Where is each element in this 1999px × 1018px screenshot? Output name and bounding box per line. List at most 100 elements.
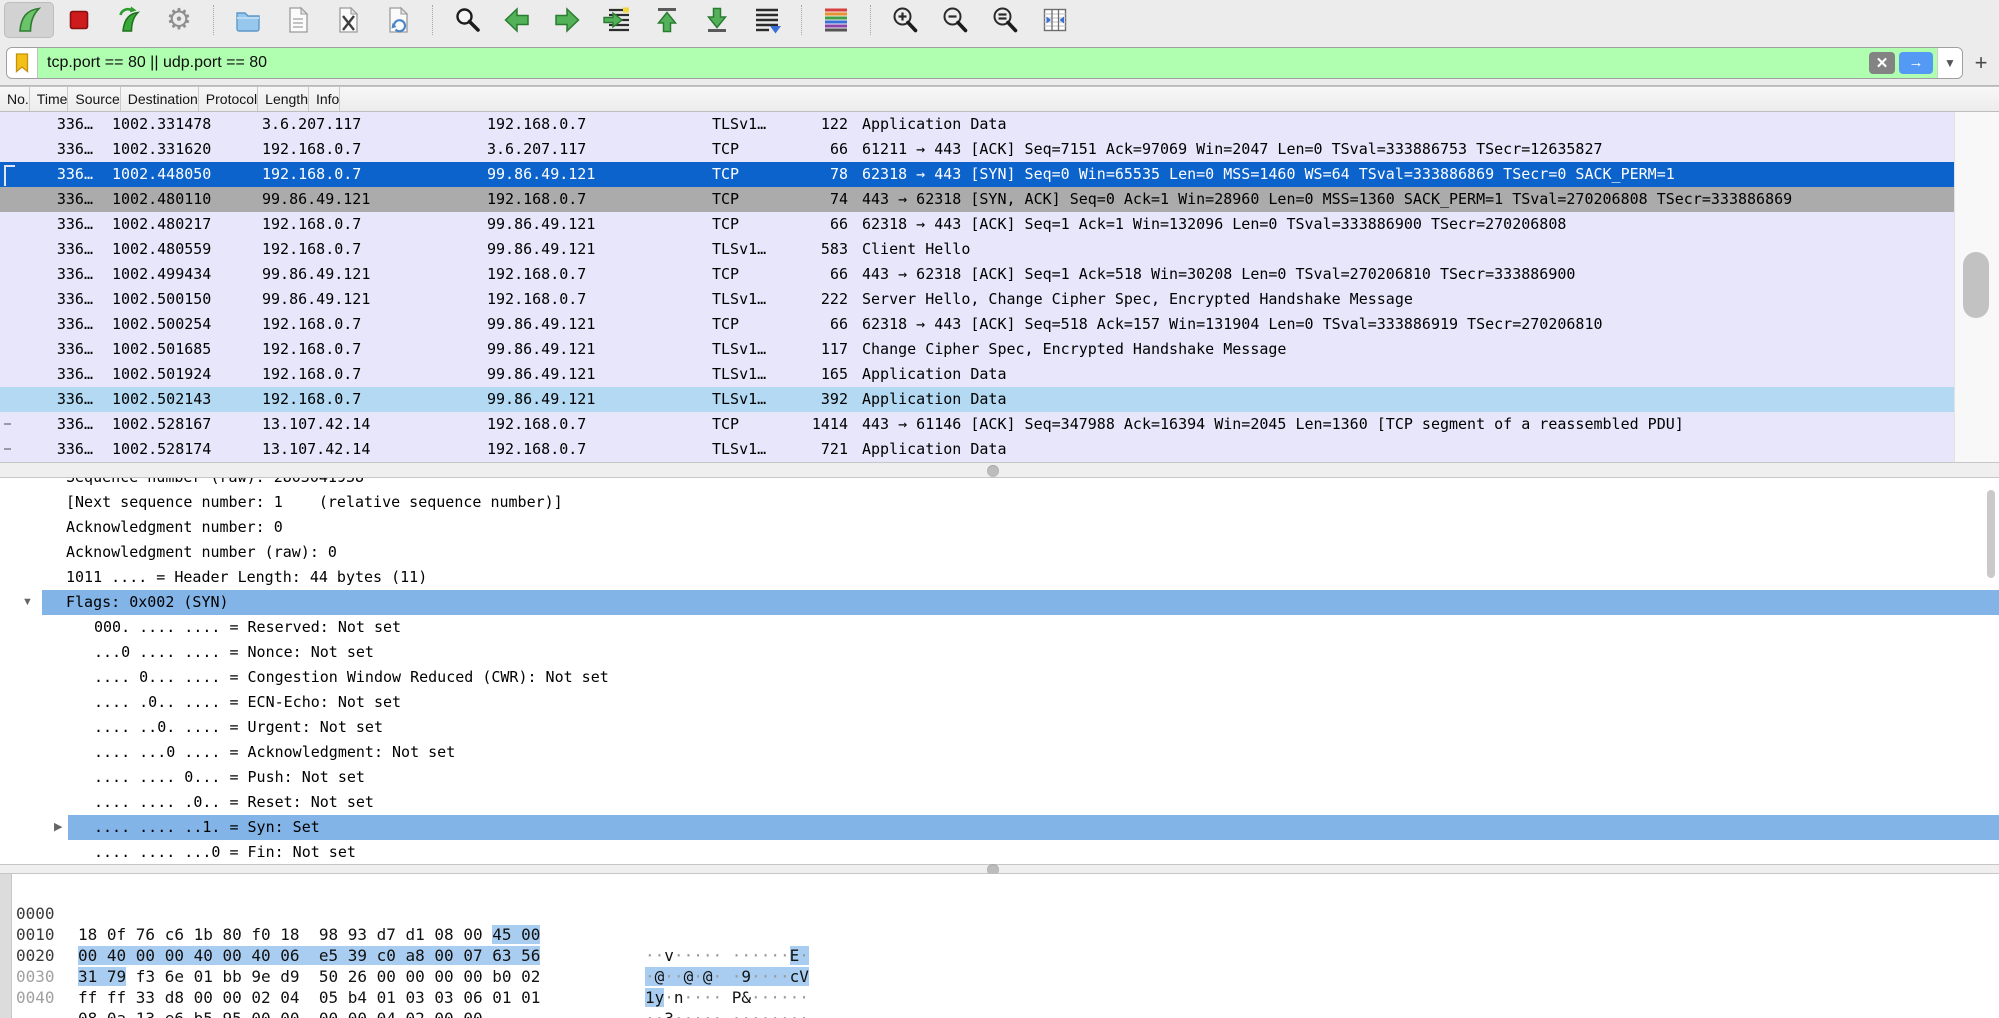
go-forward-button[interactable] — [542, 2, 592, 38]
detail-line[interactable]: Sequence number (raw): 2803041938 — [0, 478, 1999, 490]
packet-row[interactable]: 336… 1002.500150 99.86.49.121 192.168.0.… — [0, 287, 1999, 312]
restart-capture-button[interactable] — [104, 2, 154, 38]
hex-bytes[interactable]: 08 0a 13 e6 b5 95 00 00 00 00 04 02 00 0… — [78, 1008, 483, 1018]
filter-clear-button[interactable]: ✕ — [1869, 52, 1895, 74]
column-header[interactable]: Info — [309, 87, 340, 111]
column-header[interactable]: Destination — [121, 87, 199, 111]
cell-info: 443 → 62318 [ACK] Seq=1 Ack=518 Win=3020… — [855, 262, 1999, 287]
cell-protocol: TLSv1… — [705, 387, 793, 412]
display-filter-field[interactable]: tcp.port == 80 || udp.port == 80 ✕ → ▼ — [6, 47, 1963, 79]
zoom-out-button[interactable] — [930, 2, 980, 38]
save-file-icon — [282, 4, 314, 36]
cell-destination: 99.86.49.121 — [480, 312, 705, 337]
detail-line-text: Flags: 0x002 (SYN) — [66, 590, 229, 615]
zoom-normal-button[interactable] — [980, 2, 1030, 38]
close-file-button[interactable] — [323, 2, 373, 38]
packet-row[interactable]: 336… 1002.501924 192.168.0.7 99.86.49.12… — [0, 362, 1999, 387]
cell-protocol: TCP — [705, 212, 793, 237]
detail-line[interactable]: .... ...0 .... = Acknowledgment: Not set — [0, 740, 1999, 765]
hex-row[interactable]: 0010 00 40 00 00 40 00 40 06 e5 39 c0 a8… — [0, 903, 1999, 924]
disclosure-triangle-icon[interactable]: ▼ — [22, 590, 33, 615]
packet-row[interactable]: 336… 1002.500254 192.168.0.7 99.86.49.12… — [0, 312, 1999, 337]
capture-options-button[interactable]: ⚙ — [154, 2, 204, 38]
packet-row[interactable]: 336… 1002.480217 192.168.0.7 99.86.49.12… — [0, 212, 1999, 237]
column-header[interactable]: No. — [0, 87, 30, 111]
open-file-button[interactable] — [223, 2, 273, 38]
detail-line[interactable]: ▶ .... .... ..1. = Syn: Set — [0, 815, 1999, 840]
cell-length: 1414 — [793, 412, 855, 437]
packet-row[interactable]: 336… 1002.501685 192.168.0.7 99.86.49.12… — [0, 337, 1999, 362]
packet-row[interactable]: 336… 1002.448050 192.168.0.7 99.86.49.12… — [0, 162, 1999, 187]
find-packet-button[interactable] — [442, 2, 492, 38]
auto-scroll-button[interactable] — [742, 2, 792, 38]
detail-line[interactable]: .... ..0. .... = Urgent: Not set — [0, 715, 1999, 740]
go-first-packet-button[interactable] — [642, 2, 692, 38]
cell-source: 192.168.0.7 — [255, 237, 480, 262]
hex-ascii[interactable]: ··3····· ········ — [645, 1008, 809, 1018]
filter-apply-button[interactable]: → — [1899, 52, 1933, 74]
detail-line[interactable]: [Next sequence number: 1 (relative seque… — [0, 490, 1999, 515]
cell-protocol: TLSv1… — [705, 337, 793, 362]
packet-row[interactable]: 336… 1002.502143 192.168.0.7 99.86.49.12… — [0, 387, 1999, 412]
detail-line[interactable]: ▼ Flags: 0x002 (SYN) — [0, 590, 1999, 615]
column-header[interactable]: Length — [258, 87, 309, 111]
arrow-left-icon — [501, 4, 533, 36]
resize-columns-button[interactable] — [1030, 2, 1080, 38]
column-header[interactable]: Time — [30, 87, 69, 111]
details-scrollbar-thumb[interactable] — [1987, 490, 1995, 578]
detail-line[interactable]: ...0 .... .... = Nonce: Not set — [0, 640, 1999, 665]
colorize-button[interactable] — [811, 2, 861, 38]
hex-row[interactable]: 0000 18 0f 76 c6 1b 80 f0 18 98 93 d7 d1… — [0, 882, 1999, 903]
detail-line[interactable]: .... .... 0... = Push: Not set — [0, 765, 1999, 790]
filter-history-dropdown[interactable]: ▼ — [1937, 48, 1962, 78]
cell-length: 721 — [793, 437, 855, 462]
hex-bytes[interactable]: ff ff 33 d8 00 00 02 04 05 b4 01 03 03 0… — [78, 987, 540, 1008]
cell-info: 62318 → 443 [ACK] Seq=518 Ack=157 Win=13… — [855, 312, 1999, 337]
packet-row[interactable]: 336… 1002.331620 192.168.0.7 3.6.207.117… — [0, 137, 1999, 162]
go-to-packet-button[interactable] — [592, 2, 642, 38]
filter-expression-input[interactable]: tcp.port == 80 || udp.port == 80 — [38, 54, 1869, 72]
detail-line[interactable]: Acknowledgment number (raw): 0 — [0, 540, 1999, 565]
go-last-packet-button[interactable] — [692, 2, 742, 38]
detail-line-text: .... .... ...0 = Fin: Not set — [94, 840, 356, 864]
hex-row[interactable]: 0040 08 0a 13 e6 b5 95 00 00 00 00 04 02… — [0, 966, 1999, 987]
cell-destination: 192.168.0.7 — [480, 287, 705, 312]
packet-list-scrollbar-thumb[interactable] — [1963, 252, 1989, 318]
packet-row[interactable]: 336… 1002.480559 192.168.0.7 99.86.49.12… — [0, 237, 1999, 262]
hex-row[interactable]: 0030 ff ff 33 d8 00 00 02 04 05 b4 01 03… — [0, 945, 1999, 966]
hex-row[interactable]: 0020 31 79 f3 6e 01 bb 9e d9 50 26 00 00… — [0, 924, 1999, 945]
packet-row[interactable]: 336… 1002.499434 99.86.49.121 192.168.0.… — [0, 262, 1999, 287]
packet-row[interactable]: 336… 1002.528174 13.107.42.14 192.168.0.… — [0, 437, 1999, 462]
detail-line[interactable]: .... .... .0.. = Reset: Not set — [0, 790, 1999, 815]
go-back-button[interactable] — [492, 2, 542, 38]
detail-line[interactable]: 1011 .... = Header Length: 44 bytes (11) — [0, 565, 1999, 590]
packet-row[interactable]: 336… 1002.331478 3.6.207.117 192.168.0.7… — [0, 112, 1999, 137]
cell-source: 3.6.207.117 — [255, 112, 480, 137]
cell-length: 66 — [793, 212, 855, 237]
add-filter-button[interactable]: + — [1963, 50, 1999, 76]
column-header[interactable]: Protocol — [199, 87, 258, 111]
disclosure-triangle-icon[interactable]: ▶ — [54, 815, 62, 840]
filter-bookmark-button[interactable] — [7, 48, 38, 78]
reload-file-button[interactable] — [373, 2, 423, 38]
detail-line-text: .... ...0 .... = Acknowledgment: Not set — [94, 740, 455, 765]
packet-list-scrollbar-track[interactable] — [1954, 112, 1999, 462]
detail-line[interactable]: .... .0.. .... = ECN-Echo: Not set — [0, 690, 1999, 715]
column-header[interactable]: Source — [68, 87, 120, 111]
cell-time: 1002.501685 — [105, 337, 255, 362]
hex-ascii[interactable]: 1y·n···· P&······ — [645, 987, 809, 1008]
save-file-button[interactable] — [273, 2, 323, 38]
zoom-in-button[interactable] — [880, 2, 930, 38]
detail-line[interactable]: 000. .... .... = Reserved: Not set — [0, 615, 1999, 640]
packet-row[interactable]: 336… 1002.528167 13.107.42.14 192.168.0.… — [0, 412, 1999, 437]
detail-line[interactable]: .... .... ...0 = Fin: Not set — [0, 840, 1999, 864]
start-capture-button[interactable] — [4, 2, 54, 38]
detail-line[interactable]: .... 0... .... = Congestion Window Reduc… — [0, 665, 1999, 690]
stop-capture-button[interactable] — [54, 2, 104, 38]
stop-capture-icon — [63, 4, 95, 36]
detail-line[interactable]: Acknowledgment number: 0 — [0, 515, 1999, 540]
cell-source: 99.86.49.121 — [255, 287, 480, 312]
pane-splitter[interactable] — [0, 864, 1999, 874]
packet-row[interactable]: 336… 1002.480110 99.86.49.121 192.168.0.… — [0, 187, 1999, 212]
pane-splitter[interactable] — [0, 462, 1999, 478]
